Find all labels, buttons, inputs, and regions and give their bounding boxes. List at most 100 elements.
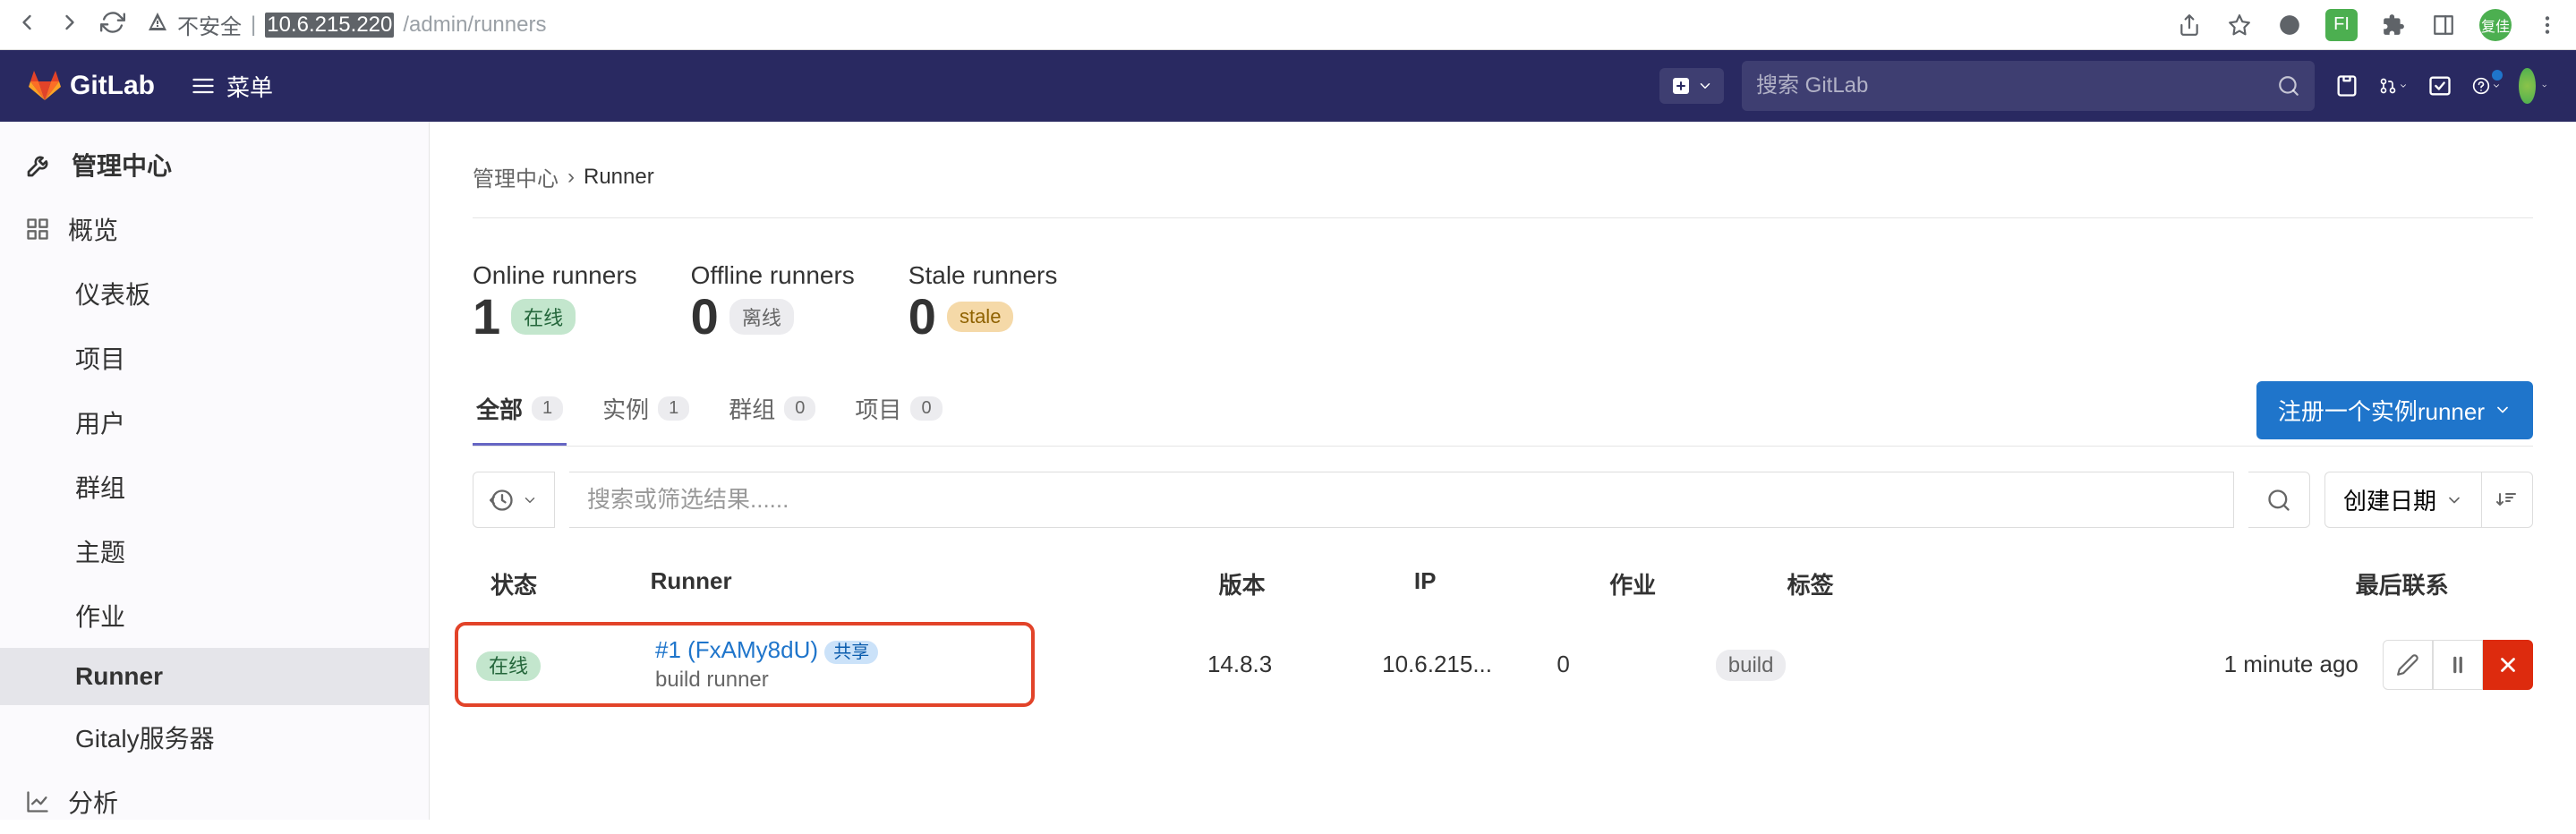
sidebar-analytics[interactable]: 分析	[0, 770, 429, 834]
status-badge: 在线	[476, 651, 541, 681]
pause-runner-button[interactable]	[2433, 640, 2483, 690]
search-history-button[interactable]	[473, 472, 555, 528]
stat-label: Offline runners	[691, 261, 855, 290]
extensions-icon[interactable]	[2379, 11, 2408, 39]
issues-icon[interactable]	[2333, 72, 2361, 100]
chevron-down-icon	[2492, 80, 2501, 92]
tab-label: 群组	[729, 392, 775, 425]
sidebar-item-projects[interactable]: 项目	[0, 326, 429, 390]
global-search[interactable]	[1742, 61, 2315, 111]
breadcrumb: 管理中心 › Runner	[473, 136, 2533, 218]
button-label: 注册一个实例runner	[2278, 394, 2485, 427]
sidebar-item-jobs[interactable]: 作业	[0, 583, 429, 648]
sidebar-overview[interactable]: 概览	[0, 197, 429, 261]
sidebar-item-dashboard[interactable]: 仪表板	[0, 261, 429, 326]
delete-runner-button[interactable]	[2483, 640, 2533, 690]
filter-input[interactable]	[569, 472, 2234, 528]
edit-runner-button[interactable]	[2383, 640, 2433, 690]
user-avatar-icon	[2519, 68, 2536, 104]
menu-label: 菜单	[226, 70, 273, 103]
tab-all[interactable]: 全部 1	[473, 374, 567, 446]
star-icon[interactable]	[2225, 11, 2254, 39]
chevron-down-icon	[2494, 401, 2512, 419]
stat-value: 0	[908, 292, 936, 342]
tab-label: 项目	[855, 392, 901, 425]
sidebar-item-gitaly[interactable]: Gitaly服务器	[0, 705, 429, 770]
sidebar-item-runner[interactable]: Runner	[0, 648, 429, 705]
extension-fi-icon[interactable]: FI	[2325, 9, 2358, 41]
shared-badge: 共享	[824, 641, 878, 664]
circle-icon[interactable]	[2275, 11, 2304, 39]
reload-icon[interactable]	[100, 10, 125, 39]
plus-icon	[1670, 75, 1692, 97]
todos-icon[interactable]	[2426, 72, 2454, 100]
share-icon[interactable]	[2175, 11, 2204, 39]
offline-badge: 离线	[729, 299, 794, 335]
register-runner-button[interactable]: 注册一个实例runner	[2256, 381, 2533, 439]
sidebar-analytics-label: 分析	[68, 784, 118, 820]
url-bar[interactable]: 不安全 | 10.6.215.220/admin/runners	[140, 9, 2161, 40]
cell-status: 在线	[476, 651, 655, 679]
search-input[interactable]	[1756, 73, 2277, 98]
stale-badge: stale	[947, 302, 1013, 332]
chart-icon	[25, 789, 50, 814]
create-menu[interactable]	[1659, 68, 1724, 104]
tab-label: 全部	[476, 392, 523, 425]
tab-group[interactable]: 群组 0	[725, 374, 819, 446]
sidebar-item-topics[interactable]: 主题	[0, 519, 429, 583]
tag-badge: build	[1716, 650, 1787, 681]
forward-icon[interactable]	[57, 10, 82, 39]
chevron-down-icon	[2399, 80, 2408, 92]
stat-label: Stale runners	[908, 261, 1058, 290]
stat-label: Online runners	[473, 261, 637, 290]
insecure-label: 不安全	[177, 9, 242, 40]
filter-row: 创建日期	[473, 447, 2533, 553]
close-icon	[2496, 653, 2520, 677]
help-icon[interactable]	[2472, 72, 2501, 100]
gitlab-topbar: GitLab 菜单	[0, 50, 2576, 122]
grid-icon	[25, 217, 50, 242]
sort-direction-button[interactable]	[2482, 472, 2533, 528]
sidebar-item-groups[interactable]: 群组	[0, 455, 429, 519]
cell-ip: 10.6.215...	[1382, 651, 1557, 678]
browser-toolbar: 不安全 | 10.6.215.220/admin/runners FI 复佳	[0, 0, 2576, 50]
breadcrumb-sep: ›	[567, 165, 575, 190]
sort-group: 创建日期	[2324, 472, 2533, 528]
gitlab-brand-text: GitLab	[70, 71, 155, 101]
chevron-down-icon	[2445, 491, 2463, 509]
browser-actions: FI 复佳	[2175, 9, 2562, 41]
url-path: /admin/runners	[403, 13, 546, 38]
browser-nav	[14, 10, 125, 39]
sidebar-title-text: 管理中心	[72, 147, 172, 183]
filter-search-button[interactable]	[2248, 472, 2310, 528]
admin-sidebar: 管理中心 概览 仪表板 项目 用户 群组 主题 作业 Runner Gitaly…	[0, 122, 430, 820]
hamburger-menu[interactable]: 菜单	[191, 70, 273, 103]
sidebar-item-users[interactable]: 用户	[0, 390, 429, 455]
merge-requests-icon[interactable]	[2379, 72, 2408, 100]
stat-value: 1	[473, 292, 500, 342]
tab-label: 实例	[602, 392, 649, 425]
window-icon[interactable]	[2429, 11, 2458, 39]
breadcrumb-current: Runner	[584, 165, 654, 190]
back-icon[interactable]	[14, 10, 39, 39]
cell-version: 14.8.3	[1207, 651, 1382, 678]
menu-dots-icon[interactable]	[2533, 11, 2562, 39]
tab-project[interactable]: 项目 0	[851, 374, 945, 446]
user-menu[interactable]	[2519, 72, 2547, 100]
runner-link[interactable]: #1 (FxAMy8dU)	[655, 636, 818, 663]
tab-instance[interactable]: 实例 1	[599, 374, 693, 446]
sort-dropdown[interactable]: 创建日期	[2324, 472, 2482, 528]
profile-avatar-icon[interactable]: 复佳	[2479, 9, 2512, 41]
runner-description: build runner	[655, 668, 1013, 693]
url-separator: |	[251, 13, 256, 38]
cell-tags: build	[1716, 651, 2224, 678]
table-row: 在线 #1 (FxAMy8dU) 共享 build runner 14.8.3 …	[473, 615, 2533, 714]
breadcrumb-root[interactable]: 管理中心	[473, 161, 559, 192]
insecure-icon	[147, 11, 168, 38]
gitlab-logo[interactable]: GitLab	[29, 70, 155, 102]
tab-count: 1	[532, 396, 563, 421]
tabs-row: 全部 1 实例 1 群组 0 项目 0 注册一个实例runner	[473, 374, 2533, 447]
runner-tabs: 全部 1 实例 1 群组 0 项目 0	[473, 374, 946, 446]
history-icon	[490, 488, 515, 513]
tab-count: 1	[658, 396, 689, 421]
